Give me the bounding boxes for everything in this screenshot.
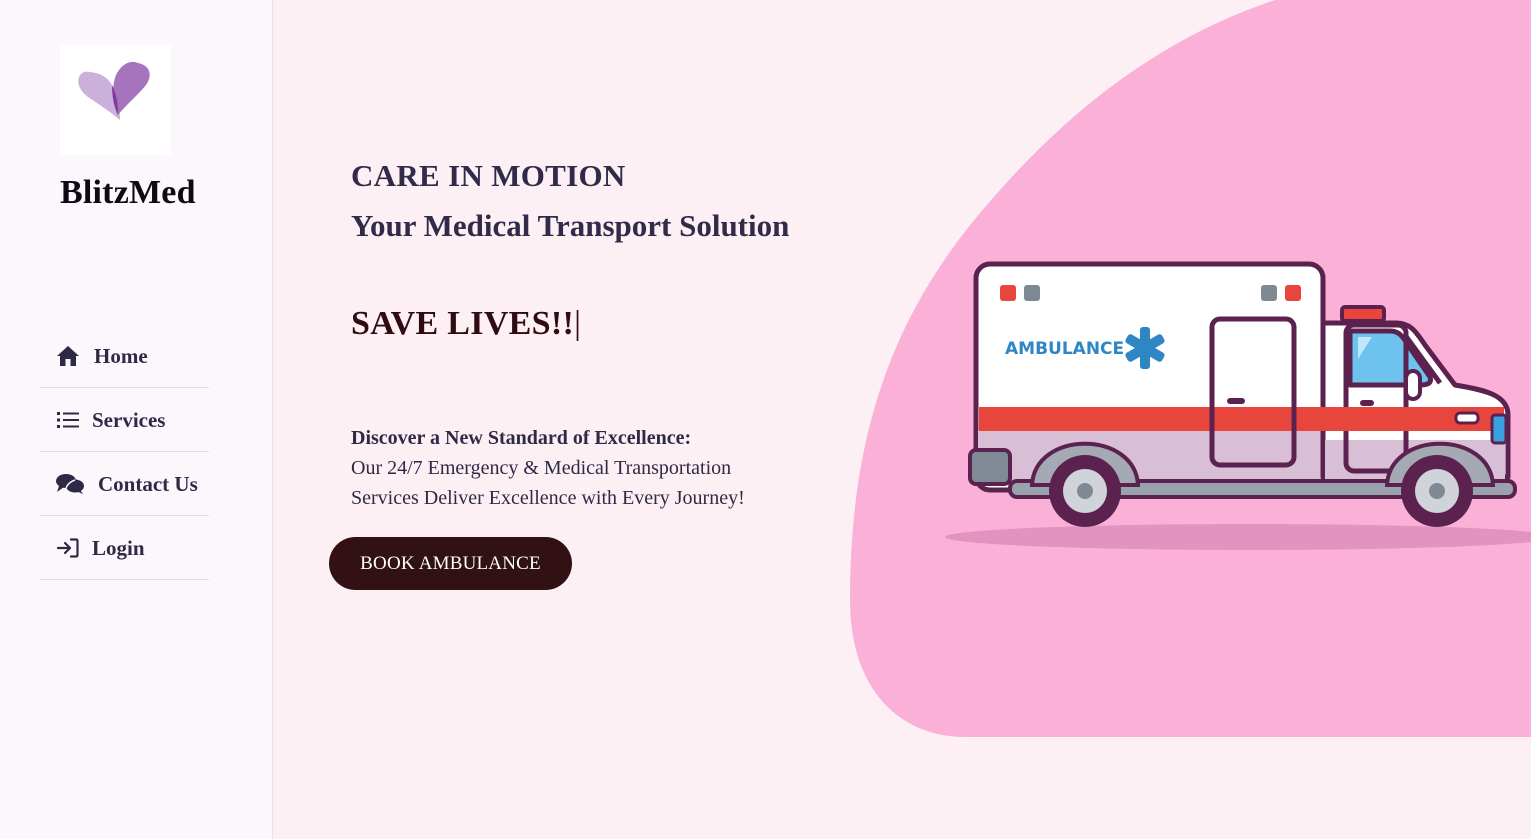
- typing-text: SAVE LIVES!!|: [351, 305, 581, 343]
- nav-item-label: Home: [94, 343, 148, 368]
- description-body: Our 24/7 Emergency & Medical Transportat…: [351, 457, 745, 509]
- hero-headline: CARE IN MOTION: [351, 158, 626, 193]
- hero-description: Discover a New Standard of Excellence: O…: [351, 423, 751, 513]
- nav-item-label: Login: [92, 535, 145, 560]
- sidebar: BlitzMed Home Services Contact Us Login: [0, 0, 273, 839]
- heart-logo-icon: [78, 61, 150, 120]
- description-lead: Discover a New Standard of Excellence:: [351, 427, 692, 449]
- login-icon: [56, 536, 80, 560]
- typing-cursor: |: [574, 305, 582, 342]
- typing-text-value: SAVE LIVES!!: [351, 305, 575, 342]
- nav-item-login[interactable]: Login: [40, 517, 209, 580]
- nav-item-services[interactable]: Services: [40, 389, 209, 452]
- nav-item-label: Services: [92, 407, 166, 432]
- brand-name: BlitzMed: [60, 174, 196, 211]
- logo[interactable]: [60, 45, 170, 155]
- ambulance-illustration: AMBULANCE: [945, 261, 1531, 550]
- chat-icon: [56, 472, 84, 496]
- hero-subheadline: Your Medical Transport Solution: [351, 208, 790, 243]
- nav-item-home[interactable]: Home: [40, 325, 209, 388]
- nav-item-label: Contact Us: [98, 471, 198, 496]
- rear-wheel: [1049, 455, 1121, 527]
- book-ambulance-button[interactable]: BOOK AMBULANCE: [329, 537, 572, 590]
- home-icon: [56, 344, 80, 368]
- sidebar-nav: Home Services Contact Us Login: [40, 325, 209, 581]
- front-wheel: [1401, 455, 1473, 527]
- list-icon: [56, 408, 80, 432]
- ambulance-label: AMBULANCE: [1005, 339, 1124, 359]
- nav-item-contact-us[interactable]: Contact Us: [40, 453, 209, 516]
